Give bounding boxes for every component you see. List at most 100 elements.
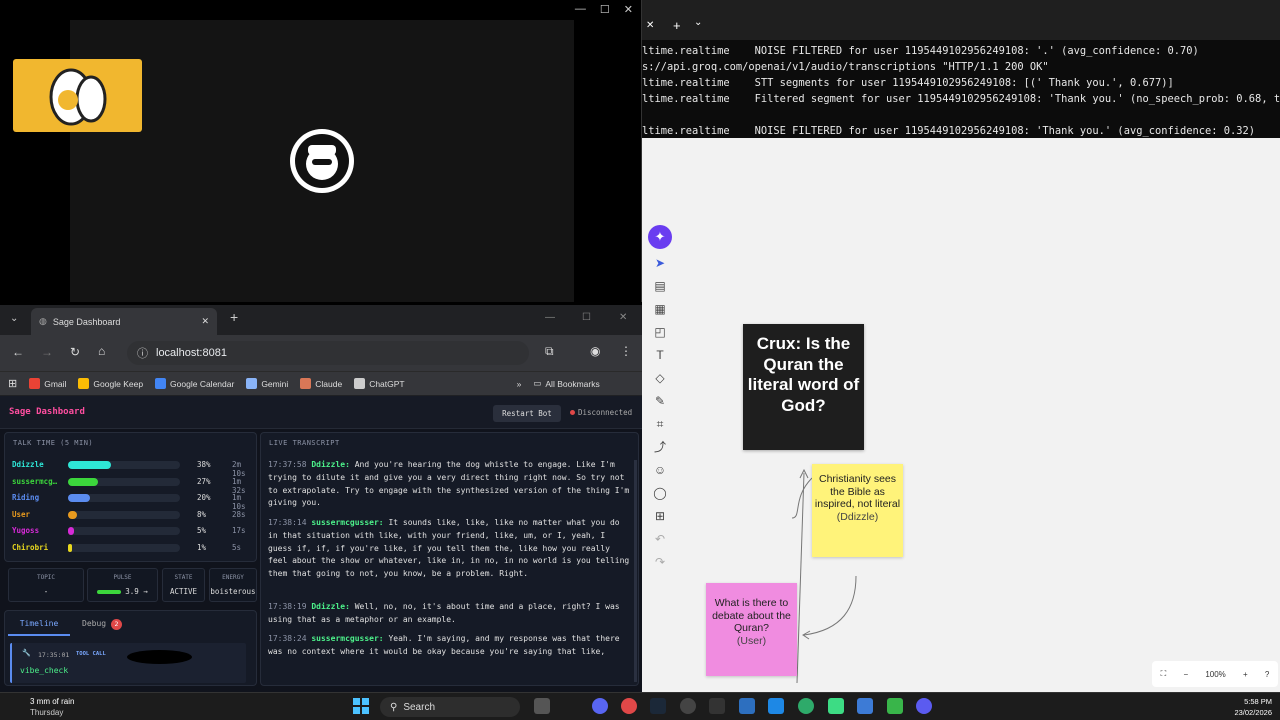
bookmark-calendar[interactable]: Google Calendar xyxy=(155,378,234,389)
gmail-icon xyxy=(29,378,41,389)
apps-icon[interactable]: ⊞ xyxy=(8,377,17,390)
window-controls: — ☐ ✕ xyxy=(575,3,633,16)
url-text: localhost:8081 xyxy=(156,347,227,359)
bookmark-gmail[interactable]: Gmail xyxy=(29,378,66,389)
tab-title: Sage Dashboard xyxy=(52,316,121,327)
new-tab-button[interactable]: + xyxy=(230,309,238,325)
talk-time-percent: 5% xyxy=(197,526,207,536)
task-view-icon[interactable] xyxy=(534,698,550,714)
debug-count-badge: 2 xyxy=(110,619,122,630)
back-icon[interactable]: ← xyxy=(12,345,24,359)
globe-icon: ◍ xyxy=(39,316,47,326)
steam-icon[interactable] xyxy=(650,698,666,714)
taskbar-search[interactable]: ⚲ Search xyxy=(380,697,520,717)
transcript-entry: 17:38:19 Ddizzle: Well, no, no, it's abo… xyxy=(268,602,620,624)
tab-search-icon[interactable]: ⌄ xyxy=(10,313,18,324)
tab-dropdown-button[interactable]: ⌄ xyxy=(694,17,702,28)
app-icon[interactable] xyxy=(798,698,814,714)
site-info-icon[interactable]: ⓘ xyxy=(137,345,148,361)
menu-icon[interactable]: ⋮ xyxy=(620,344,632,358)
terminal-tabbar: ✕ + ⌄ xyxy=(642,0,1280,40)
weather-widget[interactable]: 3 mm of rain Thursday xyxy=(8,696,74,718)
zoom-in-button[interactable]: + xyxy=(1243,670,1248,679)
close-button[interactable]: ✕ xyxy=(619,312,627,323)
chrome-icon[interactable] xyxy=(621,698,637,714)
status-dot xyxy=(570,410,575,415)
all-bookmarks[interactable]: ▭ All Bookmarks xyxy=(533,378,599,389)
weather-text: 3 mm of rain xyxy=(30,697,75,706)
minimize-button[interactable]: — xyxy=(545,312,555,323)
extensions-icon[interactable]: ⧉ xyxy=(545,344,554,359)
close-tab-icon[interactable]: ✕ xyxy=(201,316,209,327)
bookmarks-bar: ⊞ Gmail Google Keep Google Calendar Gemi… xyxy=(0,371,642,395)
reload-icon[interactable]: ↻ xyxy=(70,345,80,359)
clock-time: 5:58 PM xyxy=(1244,697,1272,706)
minimize-button[interactable]: — xyxy=(575,3,586,16)
talk-time-bar xyxy=(68,477,180,486)
windows-taskbar xyxy=(0,692,1280,720)
new-tab-button[interactable]: + xyxy=(673,18,681,33)
talk-time-bar xyxy=(68,461,180,469)
help-icon[interactable]: ? xyxy=(1265,670,1269,679)
calendar-icon xyxy=(155,378,167,389)
play-icon[interactable] xyxy=(887,698,903,714)
talk-time-percent: 20% xyxy=(197,493,211,503)
speaker-name: sussermcg… xyxy=(12,476,58,486)
app-icon[interactable] xyxy=(916,698,932,714)
transcript-entry: 17:38:24 sussermcgusser: Yeah. I'm sayin… xyxy=(268,634,620,656)
system-clock[interactable]: 5:58 PM 23/02/2026 xyxy=(1234,696,1272,718)
restart-bot-button[interactable]: Restart Bot xyxy=(493,405,561,422)
note-text: Christianity sees the Bible as inspired,… xyxy=(814,473,901,511)
log-line: ltime.realtime NOISE FILTERED for user 1… xyxy=(642,125,1256,137)
zoom-out-button[interactable]: − xyxy=(1183,670,1188,679)
maximize-button[interactable]: ☐ xyxy=(600,3,610,16)
tab-timeline[interactable]: Timeline xyxy=(8,614,70,636)
weather-day: Thursday xyxy=(30,708,64,717)
speaker-name: Ddizzle xyxy=(12,460,44,469)
user-avatar xyxy=(290,129,354,193)
talk-time-fill xyxy=(68,510,77,519)
discord-icon[interactable] xyxy=(592,698,608,714)
tab-debug[interactable]: Debug 2 xyxy=(82,614,122,634)
vscode-icon[interactable] xyxy=(768,698,784,714)
terminal-icon[interactable] xyxy=(709,698,725,714)
talk-time-row: User 8% 28s xyxy=(12,509,248,521)
address-bar[interactable]: ⓘ localhost:8081 xyxy=(127,341,529,365)
talk-time-duration: 17s xyxy=(232,526,246,536)
crux-card[interactable]: Crux: Is the Quran the literal word of G… xyxy=(743,324,864,450)
speaker-name: Chirobri xyxy=(12,543,49,552)
wrench-icon: 🔧 xyxy=(22,649,31,657)
sticky-note[interactable]: Christianity sees the Bible as inspired,… xyxy=(812,464,903,557)
forward-icon[interactable]: → xyxy=(41,345,53,359)
talk-time-row: Chirobri 1% 5s xyxy=(12,542,248,554)
bookmark-keep[interactable]: Google Keep xyxy=(78,378,143,389)
powershell-icon[interactable] xyxy=(739,698,755,714)
chatgpt-icon xyxy=(354,378,366,389)
connection-status: Disconnected xyxy=(570,408,632,417)
talk-time-duration: 28s xyxy=(232,509,246,519)
transcript-scrollbar[interactable] xyxy=(634,460,637,682)
bookmark-claude[interactable]: Claude xyxy=(300,378,342,389)
notepad-icon[interactable] xyxy=(857,698,873,714)
close-button[interactable]: ✕ xyxy=(624,3,633,16)
sticky-note[interactable]: What is there to debate about the Quran?… xyxy=(706,583,797,676)
maximize-button[interactable]: ☐ xyxy=(582,312,591,323)
bookmark-chatgpt[interactable]: ChatGPT xyxy=(354,378,405,389)
fit-icon[interactable]: ⛶ xyxy=(1161,669,1167,679)
profile-icon[interactable]: ◉ xyxy=(590,344,600,358)
home-icon[interactable]: ⌂ xyxy=(98,344,105,358)
android-icon[interactable] xyxy=(828,698,844,714)
bookmark-gemini[interactable]: Gemini xyxy=(246,378,288,389)
clock-date: 23/02/2026 xyxy=(1234,708,1272,717)
tab-sage-dashboard[interactable]: ◍ Sage Dashboard ✕ xyxy=(31,308,217,335)
close-tab-button[interactable]: ✕ xyxy=(646,20,654,31)
more-bookmarks-icon[interactable]: » xyxy=(517,379,522,389)
note-text: What is there to debate about the Quran? xyxy=(712,597,791,635)
log-line: ltime.realtime Filtered segment for user… xyxy=(642,93,1280,105)
app-icon[interactable] xyxy=(680,698,696,714)
terminal-output: ltime.realtime NOISE FILTERED for user 1… xyxy=(642,43,1280,139)
speaker-name: Yugoss xyxy=(12,526,40,536)
timeline-item[interactable]: 🔧 17:35:01 TOOL CALL vibe_check xyxy=(10,643,246,683)
windows-start-icon[interactable] xyxy=(353,698,369,714)
talk-time-row: Ddizzle 38% 2m 10s xyxy=(12,459,248,478)
